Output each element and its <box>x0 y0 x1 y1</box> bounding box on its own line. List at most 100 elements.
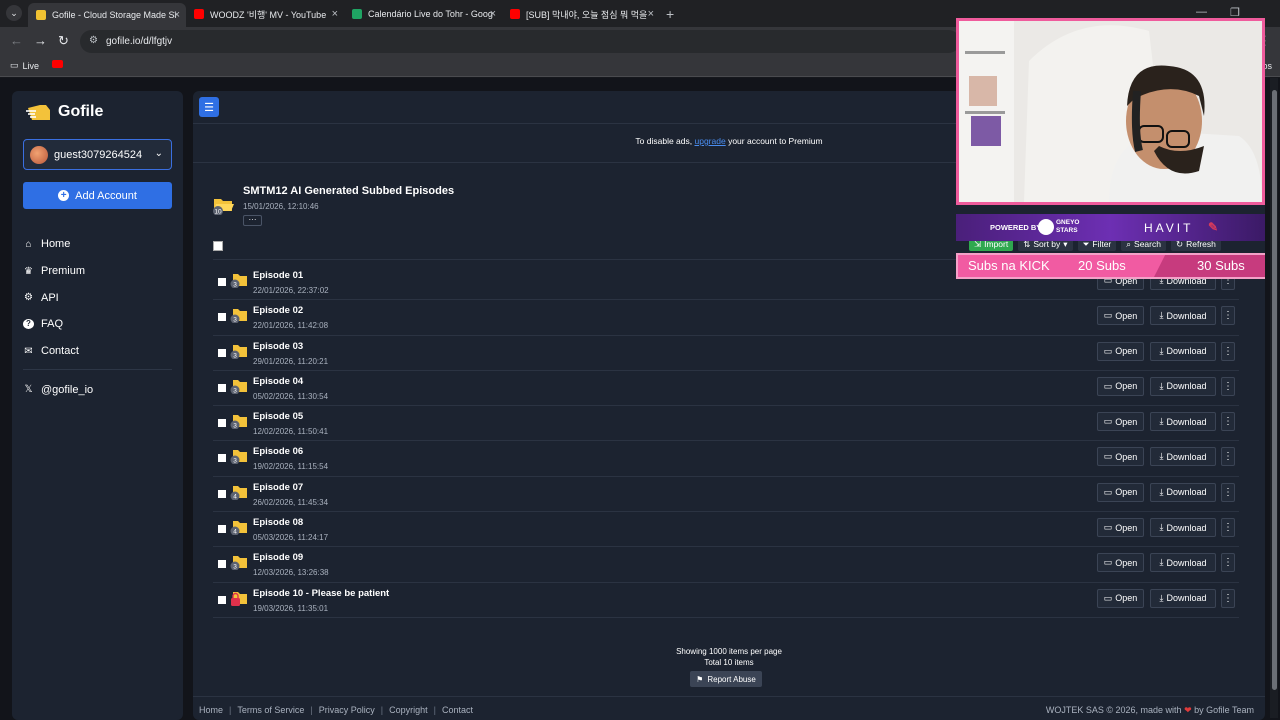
sidebar-item-premium[interactable]: ♛ Premium <box>23 258 172 285</box>
row-name[interactable]: Episode 08 <box>253 517 303 528</box>
bookmark-live[interactable]: ▭ Live <box>10 60 39 71</box>
open-button[interactable]: ▭ Open <box>1097 306 1144 326</box>
row-checkbox[interactable] <box>218 313 226 322</box>
folder-title: SMTM12 AI Generated Subbed Episodes <box>243 185 455 197</box>
download-button[interactable]: ⤓ Download <box>1150 518 1216 538</box>
row-name[interactable]: Episode 01 <box>253 270 303 281</box>
row-name[interactable]: Episode 05 <box>253 411 303 422</box>
row-menu-button[interactable]: ⋮ <box>1221 518 1235 538</box>
table-row[interactable]: 3 Episode 06 19/02/2026, 11:15:54 ▭ Open ⤓ Dow… <box>213 441 1239 477</box>
account-select[interactable]: guest3079264524 ⌄ <box>23 139 172 170</box>
download-button[interactable]: ⤓ Download <box>1150 306 1216 326</box>
row-checkbox[interactable] <box>218 348 226 357</box>
row-name[interactable]: Episode 09 <box>253 552 303 563</box>
row-checkbox[interactable] <box>218 383 226 392</box>
open-button[interactable]: ▭ Open <box>1097 482 1144 502</box>
open-button[interactable]: ▭ Open <box>1097 553 1144 573</box>
sidebar-item-api[interactable]: ⚙ API <box>23 284 172 311</box>
download-button[interactable]: ⤓ Download <box>1150 588 1216 608</box>
browser-tab[interactable]: WOODZ '비행' MV - YouTube × <box>186 3 344 25</box>
row-menu-button[interactable]: ⋮ <box>1221 412 1235 432</box>
row-checkbox[interactable] <box>218 489 226 498</box>
row-menu-button[interactable]: ⋮ <box>1221 482 1235 502</box>
select-all-checkbox[interactable] <box>213 241 223 251</box>
table-row[interactable]: 3 Episode 04 05/02/2026, 11:30:54 ▭ Open ⤓ Dow… <box>213 371 1239 407</box>
open-button[interactable]: ▭ Open <box>1097 341 1144 361</box>
footer-link[interactable]: Home <box>199 705 223 715</box>
add-account-button[interactable]: + Add Account <box>23 182 172 209</box>
row-name[interactable]: Episode 06 <box>253 446 303 457</box>
download-button[interactable]: ⤓ Download <box>1150 376 1216 396</box>
sidebar-item-twitter[interactable]: 𝕏 @gofile_io <box>23 376 172 403</box>
row-checkbox[interactable] <box>218 419 226 428</box>
close-tab-icon[interactable]: × <box>490 8 496 20</box>
footer-link[interactable]: Contact <box>442 705 473 715</box>
row-name[interactable]: Episode 03 <box>253 341 303 352</box>
address-bar[interactable]: ⚙ gofile.io/d/lfgtjv <box>80 30 960 53</box>
download-button[interactable]: ⤓ Download <box>1150 447 1216 467</box>
row-name[interactable]: Episode 02 <box>253 305 303 316</box>
table-row[interactable]: 3 Episode 09 12/03/2026, 13:26:38 ▭ Open ⤓ Dow… <box>213 547 1239 583</box>
row-menu-button[interactable]: ⋮ <box>1221 588 1235 608</box>
row-checkbox[interactable] <box>218 595 226 604</box>
open-button[interactable]: ▭ Open <box>1097 588 1144 608</box>
forward-icon[interactable]: → <box>34 33 47 48</box>
row-checkbox[interactable] <box>218 560 226 569</box>
row-name[interactable]: Episode 07 <box>253 482 303 493</box>
svg-text:4: 4 <box>233 493 237 500</box>
open-button[interactable]: ▭ Open <box>1097 447 1144 467</box>
sidebar-item-home[interactable]: ⌂ Home <box>23 231 172 258</box>
report-abuse-button[interactable]: ⚑ Report Abuse <box>690 671 762 687</box>
table-row[interactable]: Episode 10 - Please be patient 19/03/2026… <box>213 583 1239 618</box>
open-button[interactable]: ▭ Open <box>1097 518 1144 538</box>
site-info-icon[interactable]: ⚙ <box>89 35 98 46</box>
page-scrollbar[interactable] <box>1270 78 1278 718</box>
download-button[interactable]: ⤓ Download <box>1150 412 1216 432</box>
row-name[interactable]: Episode 04 <box>253 376 303 387</box>
close-tab-icon[interactable]: × <box>648 8 654 20</box>
reload-icon[interactable]: ↻ <box>58 33 69 49</box>
download-button[interactable]: ⤓ Download <box>1150 553 1216 573</box>
footer-link[interactable]: Privacy Policy <box>319 705 375 715</box>
open-button[interactable]: ▭ Open <box>1097 376 1144 396</box>
open-button[interactable]: ▭ Open <box>1097 412 1144 432</box>
upgrade-link[interactable]: upgrade <box>695 136 726 146</box>
table-row[interactable]: 3 Episode 05 12/02/2026, 11:50:41 ▭ Open ⤓ Dow… <box>213 406 1239 442</box>
new-tab-button[interactable]: + <box>666 6 674 22</box>
browser-tab[interactable]: [SUB] 막내야, 오늘 점심 뭐 먹을 × <box>502 3 660 25</box>
download-button[interactable]: ⤓ Download <box>1150 341 1216 361</box>
scrollbar-thumb[interactable] <box>1272 90 1277 690</box>
row-checkbox[interactable] <box>218 525 226 534</box>
table-row[interactable]: 3 Episode 03 29/01/2026, 11:20:21 ▭ Open ⤓ Dow… <box>213 336 1239 371</box>
minimize-icon[interactable]: — <box>1196 6 1207 18</box>
footer-link[interactable]: Terms of Service <box>237 705 304 715</box>
tab-search-button[interactable]: ⌄ <box>6 5 22 21</box>
close-tab-icon[interactable]: × <box>174 9 180 21</box>
row-name[interactable]: Episode 10 - Please be patient <box>253 588 389 599</box>
sidebar-item-faq[interactable]: ? FAQ <box>23 311 172 338</box>
back-icon[interactable]: ← <box>10 33 23 48</box>
row-date: 12/03/2026, 13:26:38 <box>253 568 329 578</box>
sidebar-item-contact[interactable]: ✉ Contact <box>23 338 172 365</box>
close-tab-icon[interactable]: × <box>332 8 338 20</box>
row-checkbox[interactable] <box>218 278 226 286</box>
row-menu-button[interactable]: ⋮ <box>1221 376 1235 396</box>
footer-link[interactable]: Copyright <box>389 705 428 715</box>
table-row[interactable]: 4 Episode 07 26/02/2026, 11:45:34 ▭ Open ⤓ Dow… <box>213 477 1239 513</box>
folder-more-button[interactable]: ··· <box>243 215 262 226</box>
browser-tab[interactable]: Calendário Live do Tohr - Goog × <box>344 3 502 25</box>
menu-toggle-button[interactable]: ☰ <box>199 97 219 117</box>
more-vertical-icon: ⋮ <box>1223 345 1233 357</box>
row-menu-button[interactable]: ⋮ <box>1221 447 1235 467</box>
table-row[interactable]: 3 Episode 02 22/01/2026, 11:42:08 ▭ Open ⤓ Dow… <box>213 300 1239 336</box>
row-menu-button[interactable]: ⋮ <box>1221 306 1235 326</box>
gofile-logo[interactable]: Gofile <box>26 102 103 122</box>
browser-tab[interactable]: Gofile - Cloud Storage Made Si × <box>28 3 186 27</box>
table-row[interactable]: 4 Episode 08 05/03/2026, 11:24:17 ▭ Open ⤓ Dow… <box>213 512 1239 548</box>
bookmark-youtube[interactable] <box>52 60 63 68</box>
sponsor-mark-icon: ✎ <box>1208 220 1219 234</box>
row-menu-button[interactable]: ⋮ <box>1221 341 1235 361</box>
row-checkbox[interactable] <box>218 454 226 463</box>
download-button[interactable]: ⤓ Download <box>1150 482 1216 502</box>
row-menu-button[interactable]: ⋮ <box>1221 553 1235 573</box>
